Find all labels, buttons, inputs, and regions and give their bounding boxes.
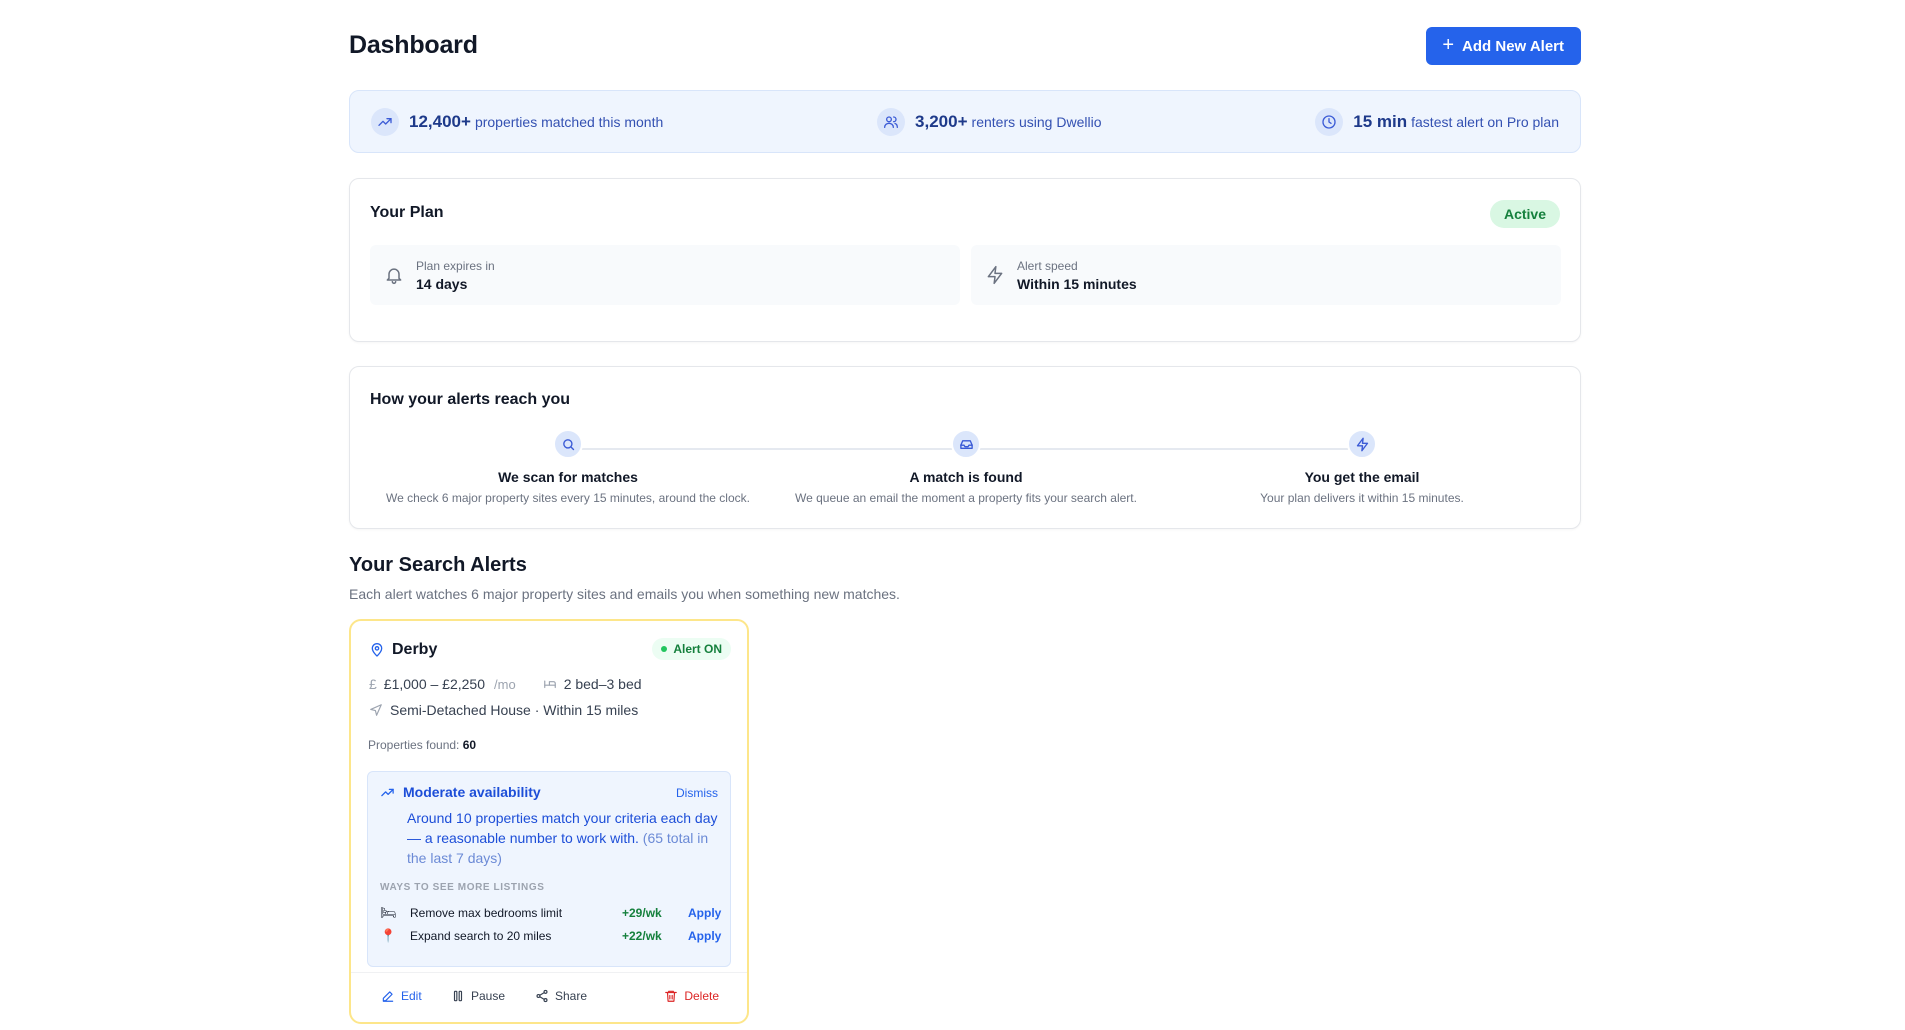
plan-expiry-tile: Plan expires in 14 days <box>370 245 960 305</box>
page-title: Dashboard <box>349 31 478 59</box>
availability-title: Moderate availability <box>403 784 541 800</box>
stat-fastest-alert: 15 min fastest alert on Pro plan <box>1315 107 1559 136</box>
how-title: How your alerts reach you <box>370 391 571 408</box>
availability-panel: Moderate availability Dismiss Around 10 … <box>367 771 731 967</box>
step-title: You get the email <box>1304 469 1420 485</box>
stat-label: renters using Dwellio <box>971 113 1102 130</box>
stat-label: properties matched this month <box>474 113 664 130</box>
trending-up-icon <box>381 788 394 796</box>
alert-location-name: Derby <box>392 641 438 658</box>
alert-price-row: £ £1,000 – £2,250 /mo 2 bed–3 bed <box>369 676 642 692</box>
step-title: A match is found <box>909 469 1023 485</box>
users-icon <box>877 107 906 136</box>
alert-beds: 2 bed–3 bed <box>563 676 642 692</box>
way-gain: +22/wk <box>622 929 662 943</box>
way-label: Expand search to 20 miles <box>410 929 552 943</box>
pause-button[interactable]: Pause <box>451 989 505 1003</box>
pin-icon: 📍 <box>380 928 397 943</box>
bed-icon <box>543 680 556 689</box>
step-desc: We check 6 major property sites every 15… <box>386 491 750 505</box>
step-match: A match is found We queue an email the m… <box>768 429 1164 505</box>
stats-bar: 12,400+ properties matched this month 3,2… <box>349 90 1581 153</box>
plus-icon: + <box>1442 34 1455 56</box>
way-label: Remove max bedrooms limit <box>410 906 563 920</box>
clock-icon <box>1315 107 1344 136</box>
apply-button[interactable]: Apply <box>688 929 721 943</box>
trash-icon <box>665 990 678 1002</box>
alert-speed-tile: Alert speed Within 15 minutes <box>971 245 1561 305</box>
status-dot-icon <box>661 646 668 652</box>
step-scan: We scan for matches We check 6 major pro… <box>370 429 766 505</box>
pencil-icon <box>382 991 394 1002</box>
stat-properties-matched: 12,400+ properties matched this month <box>371 107 664 136</box>
step-email: You get the email Your plan delivers it … <box>1164 429 1560 505</box>
lightning-icon <box>1347 429 1377 459</box>
way-item: 🛏 Remove max bedrooms limit +29/wk Apply <box>380 903 721 923</box>
alert-speed-label: Alert speed <box>1017 258 1078 273</box>
properties-found: Properties found: 60 <box>368 738 476 752</box>
availability-header: Moderate availability <box>380 784 541 800</box>
alert-speed-value: Within 15 minutes <box>1017 275 1137 292</box>
way-item: 📍 Expand search to 20 miles +22/wk Apply <box>380 926 721 946</box>
alert-price: £1,000 – £2,250 <box>383 676 486 692</box>
stat-renters: 3,200+ renters using Dwellio <box>877 107 1102 136</box>
page-header: Dashboard + Add New Alert <box>349 27 1581 65</box>
plan-expiry-value: 14 days <box>416 275 468 292</box>
dismiss-button[interactable]: Dismiss <box>676 786 718 800</box>
ways-title: WAYS TO SEE MORE LISTINGS <box>380 882 545 893</box>
share-label: Share <box>555 989 588 1003</box>
plan-expiry-label: Plan expires in <box>416 258 495 273</box>
alert-type-row: Semi-Detached House · Within 15 miles <box>369 702 638 718</box>
pound-icon: £ <box>369 676 377 692</box>
plan-card: Your Plan Active Plan expires in 14 days… <box>349 178 1581 342</box>
add-new-alert-button[interactable]: + Add New Alert <box>1426 27 1581 65</box>
plan-title: Your Plan <box>370 204 444 221</box>
delete-button[interactable]: Delete <box>664 989 719 1003</box>
alert-status-badge[interactable]: Alert ON <box>652 638 731 660</box>
alert-actions: Edit Pause Share Delete <box>351 972 747 1022</box>
search-alerts-subtitle: Each alert watches 6 major property site… <box>349 586 900 602</box>
stat-value: 12,400+ <box>409 111 471 131</box>
trending-up-icon <box>371 107 399 136</box>
map-pin-icon <box>371 643 383 657</box>
inbox-icon <box>951 429 981 459</box>
way-gain: +29/wk <box>622 906 662 920</box>
navigation-icon <box>370 704 382 716</box>
step-title: We scan for matches <box>498 469 638 485</box>
bed-icon: 🛏 <box>380 905 397 920</box>
pause-icon <box>453 990 463 1002</box>
alert-location: Derby <box>369 641 437 659</box>
edit-button[interactable]: Edit <box>381 989 422 1003</box>
alert-price-unit: /mo <box>494 676 516 692</box>
share-icon <box>536 989 548 1003</box>
alert-status-label: Alert ON <box>673 642 722 656</box>
apply-button[interactable]: Apply <box>688 906 721 920</box>
search-alerts-title: Your Search Alerts <box>349 554 527 576</box>
how-it-works-card: How your alerts reach you We scan for ma… <box>349 366 1581 529</box>
delete-label: Delete <box>684 989 719 1003</box>
availability-text: Around 10 properties match your criteria… <box>407 808 719 868</box>
edit-label: Edit <box>401 989 422 1003</box>
share-button[interactable]: Share <box>535 989 587 1003</box>
plan-status-badge: Active <box>1489 200 1560 228</box>
add-new-alert-label: Add New Alert <box>1462 37 1564 55</box>
search-icon <box>553 429 583 459</box>
stat-value: 15 min <box>1353 111 1408 131</box>
lightning-icon <box>987 265 1003 285</box>
alert-type: Semi-Detached House · Within 15 miles <box>390 702 639 718</box>
step-desc: We queue an email the moment a property … <box>795 491 1137 505</box>
bell-icon <box>386 268 402 285</box>
stat-label: fastest alert on Pro plan <box>1411 113 1559 130</box>
pause-label: Pause <box>471 989 506 1003</box>
step-desc: Your plan delivers it within 15 minutes. <box>1260 491 1464 505</box>
stat-value: 3,200+ <box>915 111 968 131</box>
alert-card[interactable]: Derby Alert ON £ £1,000 – £2,250 /mo 2 b… <box>349 619 749 1024</box>
properties-found-label: Properties found: <box>368 738 460 752</box>
properties-found-value: 60 <box>462 738 477 752</box>
